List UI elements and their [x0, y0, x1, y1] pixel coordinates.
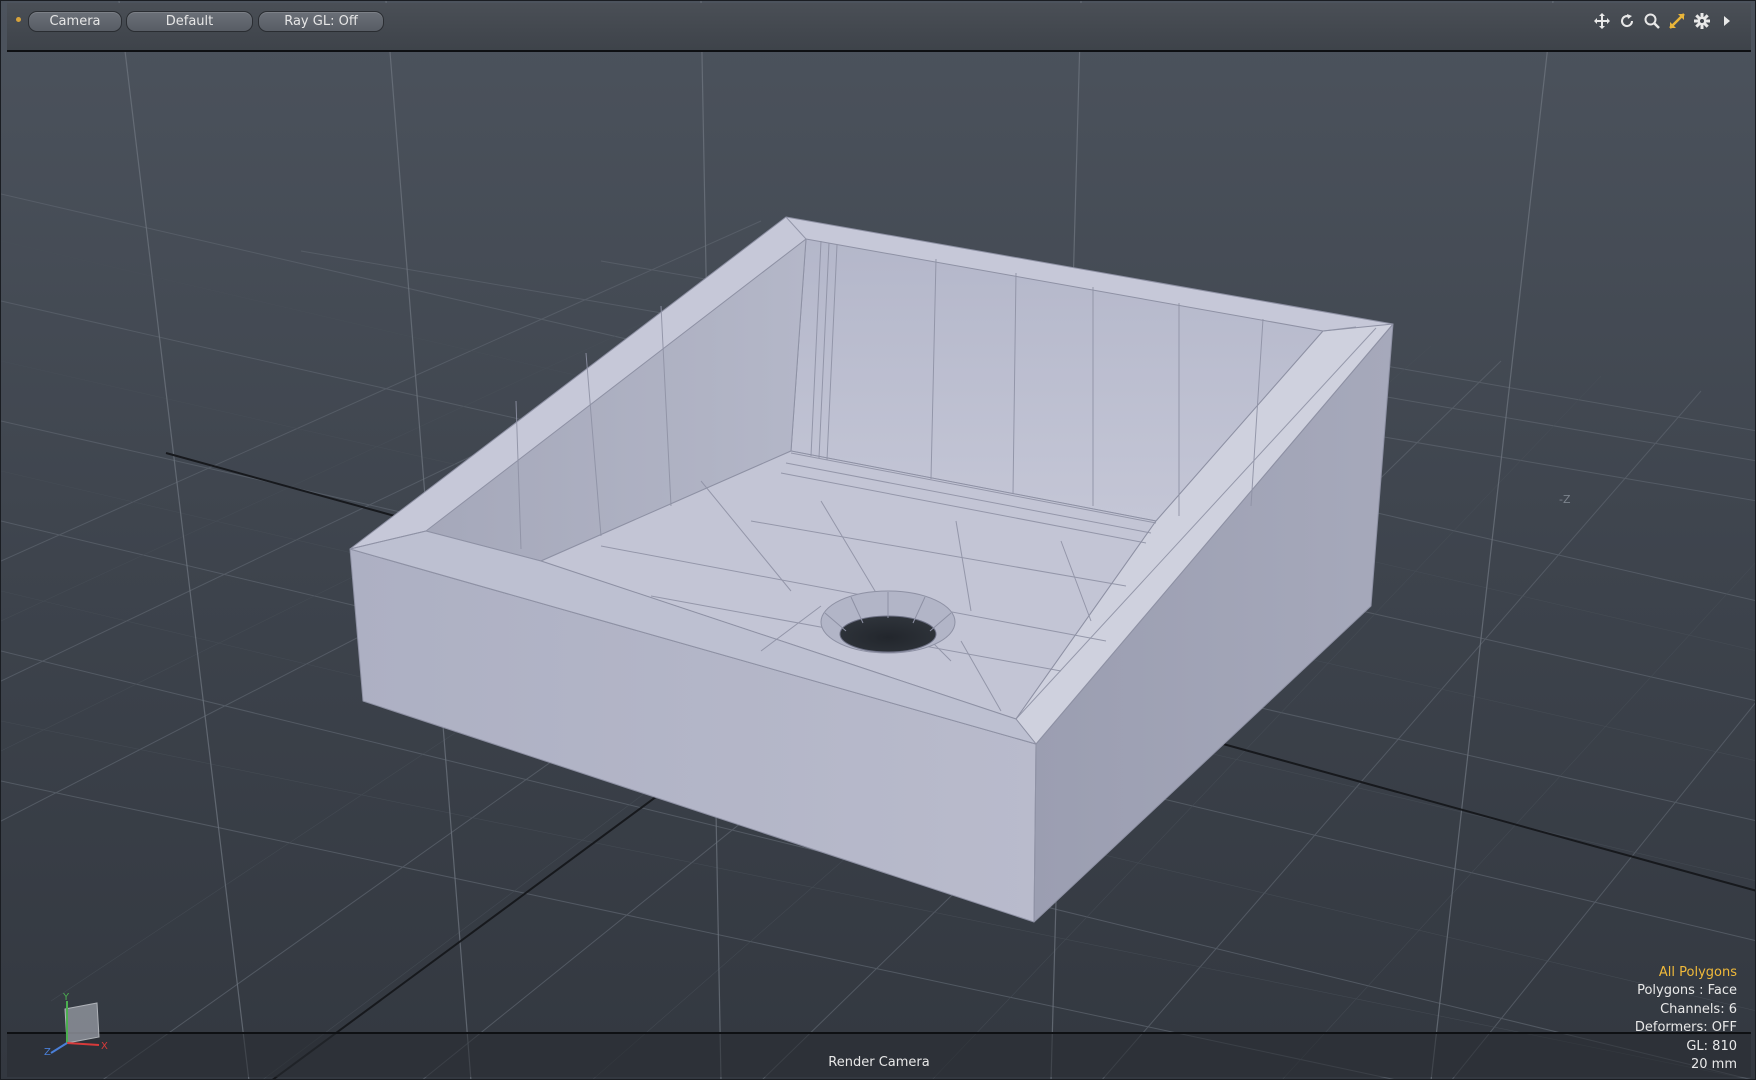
shading-button[interactable]: Default [126, 11, 253, 32]
zoom-icon[interactable] [1641, 10, 1662, 31]
viewport-menu-dot[interactable] [16, 17, 21, 22]
channels-label: Channels: 6 [1660, 1001, 1737, 1017]
selection-mode-label: All Polygons [1658, 965, 1737, 980]
rotate-icon[interactable] [1616, 10, 1637, 31]
axis-hint-label: -Z [1559, 493, 1571, 506]
view-tools [1591, 10, 1737, 32]
gl-count-label: GL: 810 [1686, 1038, 1737, 1054]
axis-y-label: Y [62, 992, 70, 1003]
axis-z-label: Z [44, 1047, 51, 1057]
3d-viewport[interactable]: -Z Camera Default Ray GL: Off Render Cam… [0, 0, 1756, 1080]
gear-icon[interactable] [1691, 10, 1712, 31]
viewport-info-overlay: All Polygons Polygons : Face Channels: 6… [1635, 964, 1737, 1074]
polygons-mode-label: Polygons : Face [1637, 983, 1737, 999]
move-icon[interactable] [1591, 10, 1612, 31]
grid-scale-label: 20 mm [1690, 1057, 1737, 1073]
scene-canvas[interactable]: -Z [1, 1, 1756, 1080]
axis-x-label: X [101, 1041, 108, 1052]
deformers-label: Deformers: OFF [1634, 1020, 1737, 1036]
raygl-button[interactable]: Ray GL: Off [258, 11, 384, 32]
expand-arrow-icon[interactable] [1716, 10, 1737, 31]
axis-gizmo: Y X Z [44, 992, 108, 1057]
drain-hole [820, 590, 956, 654]
camera-button[interactable]: Camera [28, 11, 122, 32]
maximize-icon[interactable] [1666, 10, 1687, 31]
viewport-camera-label: Render Camera [828, 1055, 930, 1070]
viewport-header: Camera Default Ray GL: Off [7, 3, 1751, 52]
